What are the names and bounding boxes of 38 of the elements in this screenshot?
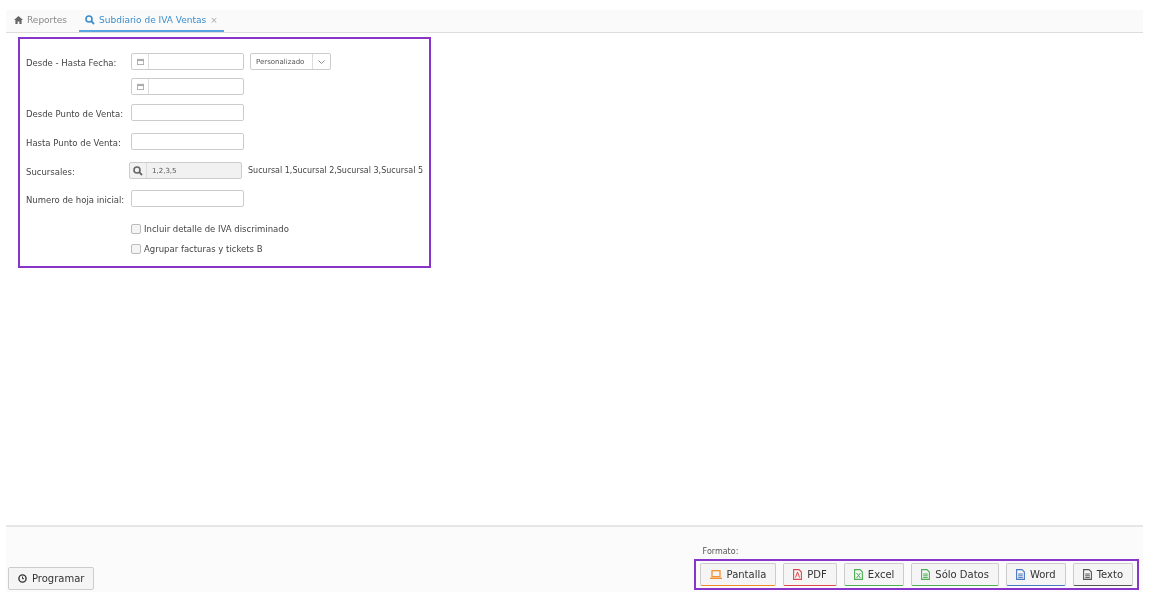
format-label: Formato: (701, 547, 740, 556)
format-button[interactable]: Sólo Datos (911, 563, 999, 586)
document-icon (921, 569, 931, 580)
date-field[interactable] (131, 53, 244, 70)
document-icon (1015, 569, 1025, 580)
format-button[interactable]: Word (1005, 563, 1066, 586)
pdf-file-icon (793, 569, 803, 580)
search-icon (133, 165, 144, 176)
checkbox[interactable] (131, 244, 141, 254)
date-field[interactable] (131, 78, 244, 95)
caret-icon (318, 59, 325, 64)
selection-description: Sucursal 1,Sucursal 2,Sucursal 3,Sucursal 5 (248, 166, 423, 175)
calendar-icon (136, 58, 144, 65)
document-icon (1082, 569, 1092, 580)
format-button[interactable]: PDF (783, 563, 837, 586)
field-label: Hasta Punto de Venta: (26, 137, 122, 148)
checkbox[interactable] (131, 224, 141, 234)
field-label: Desde Punto de Venta: (26, 108, 125, 119)
input-field[interactable] (131, 104, 244, 121)
field-label: Desde - Hasta Fecha: (26, 57, 118, 68)
spreadsheet-file-icon (853, 569, 863, 580)
home-icon (14, 16, 23, 24)
format-button[interactable]: Pantalla (699, 563, 777, 586)
laptop-icon (709, 570, 722, 579)
checkbox-label: Incluir detalle de IVA discriminado (144, 224, 289, 234)
tab[interactable]: Subdiario de IVA Ventas × (79, 10, 224, 32)
input-field[interactable] (131, 190, 244, 207)
clock-icon (18, 574, 27, 583)
calendar-icon (136, 83, 144, 90)
schedule-button[interactable]: Programar (8, 567, 95, 590)
search-icon (85, 15, 96, 25)
field-label: Sucursales: (26, 166, 76, 177)
input-field[interactable] (131, 133, 244, 150)
checkbox-label: Agrupar facturas y tickets B (144, 244, 263, 254)
field-label: Numero de hoja inicial: (26, 194, 126, 205)
format-button[interactable]: Texto (1072, 563, 1133, 586)
tab[interactable]: Reportes (8, 10, 74, 32)
format-button[interactable]: Excel (843, 563, 905, 586)
